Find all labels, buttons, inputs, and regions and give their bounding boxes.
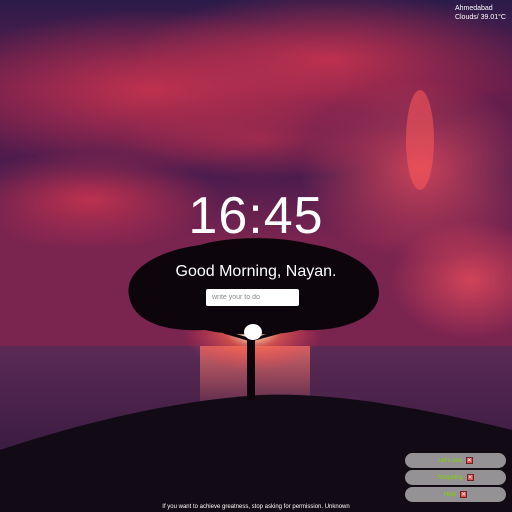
todo-input[interactable] [206,289,299,306]
todo-list: Let's see ✕ Shopping ✕ Help ✕ [405,453,506,504]
todo-item-label: Let's see [438,457,462,464]
close-icon[interactable]: ✕ [466,474,474,481]
weather-widget: Ahmedabad Clouds/ 39.01°C [455,4,506,22]
close-icon[interactable]: ✕ [460,491,468,498]
todo-item-label: Help [443,491,457,498]
sunset-background-image [0,0,512,512]
todo-item[interactable]: Let's see ✕ [405,453,506,468]
greeting-text: Good Morning, Nayan. [175,263,337,280]
clock-time: 16:45 [188,187,324,245]
new-tab-dashboard: Ahmedabad Clouds/ 39.01°C 16:45 Good Mor… [0,0,512,512]
todo-item[interactable]: Shopping ✕ [405,470,506,485]
weather-condition: Clouds/ 39.01°C [454,14,506,21]
todo-item[interactable]: Help ✕ [405,487,506,502]
weather-city: Ahmedabad [454,5,493,12]
close-icon[interactable]: ✕ [465,457,473,464]
quote-text: If you want to achieve greatness, stop a… [162,504,350,510]
todo-item-label: Shopping [437,474,463,481]
